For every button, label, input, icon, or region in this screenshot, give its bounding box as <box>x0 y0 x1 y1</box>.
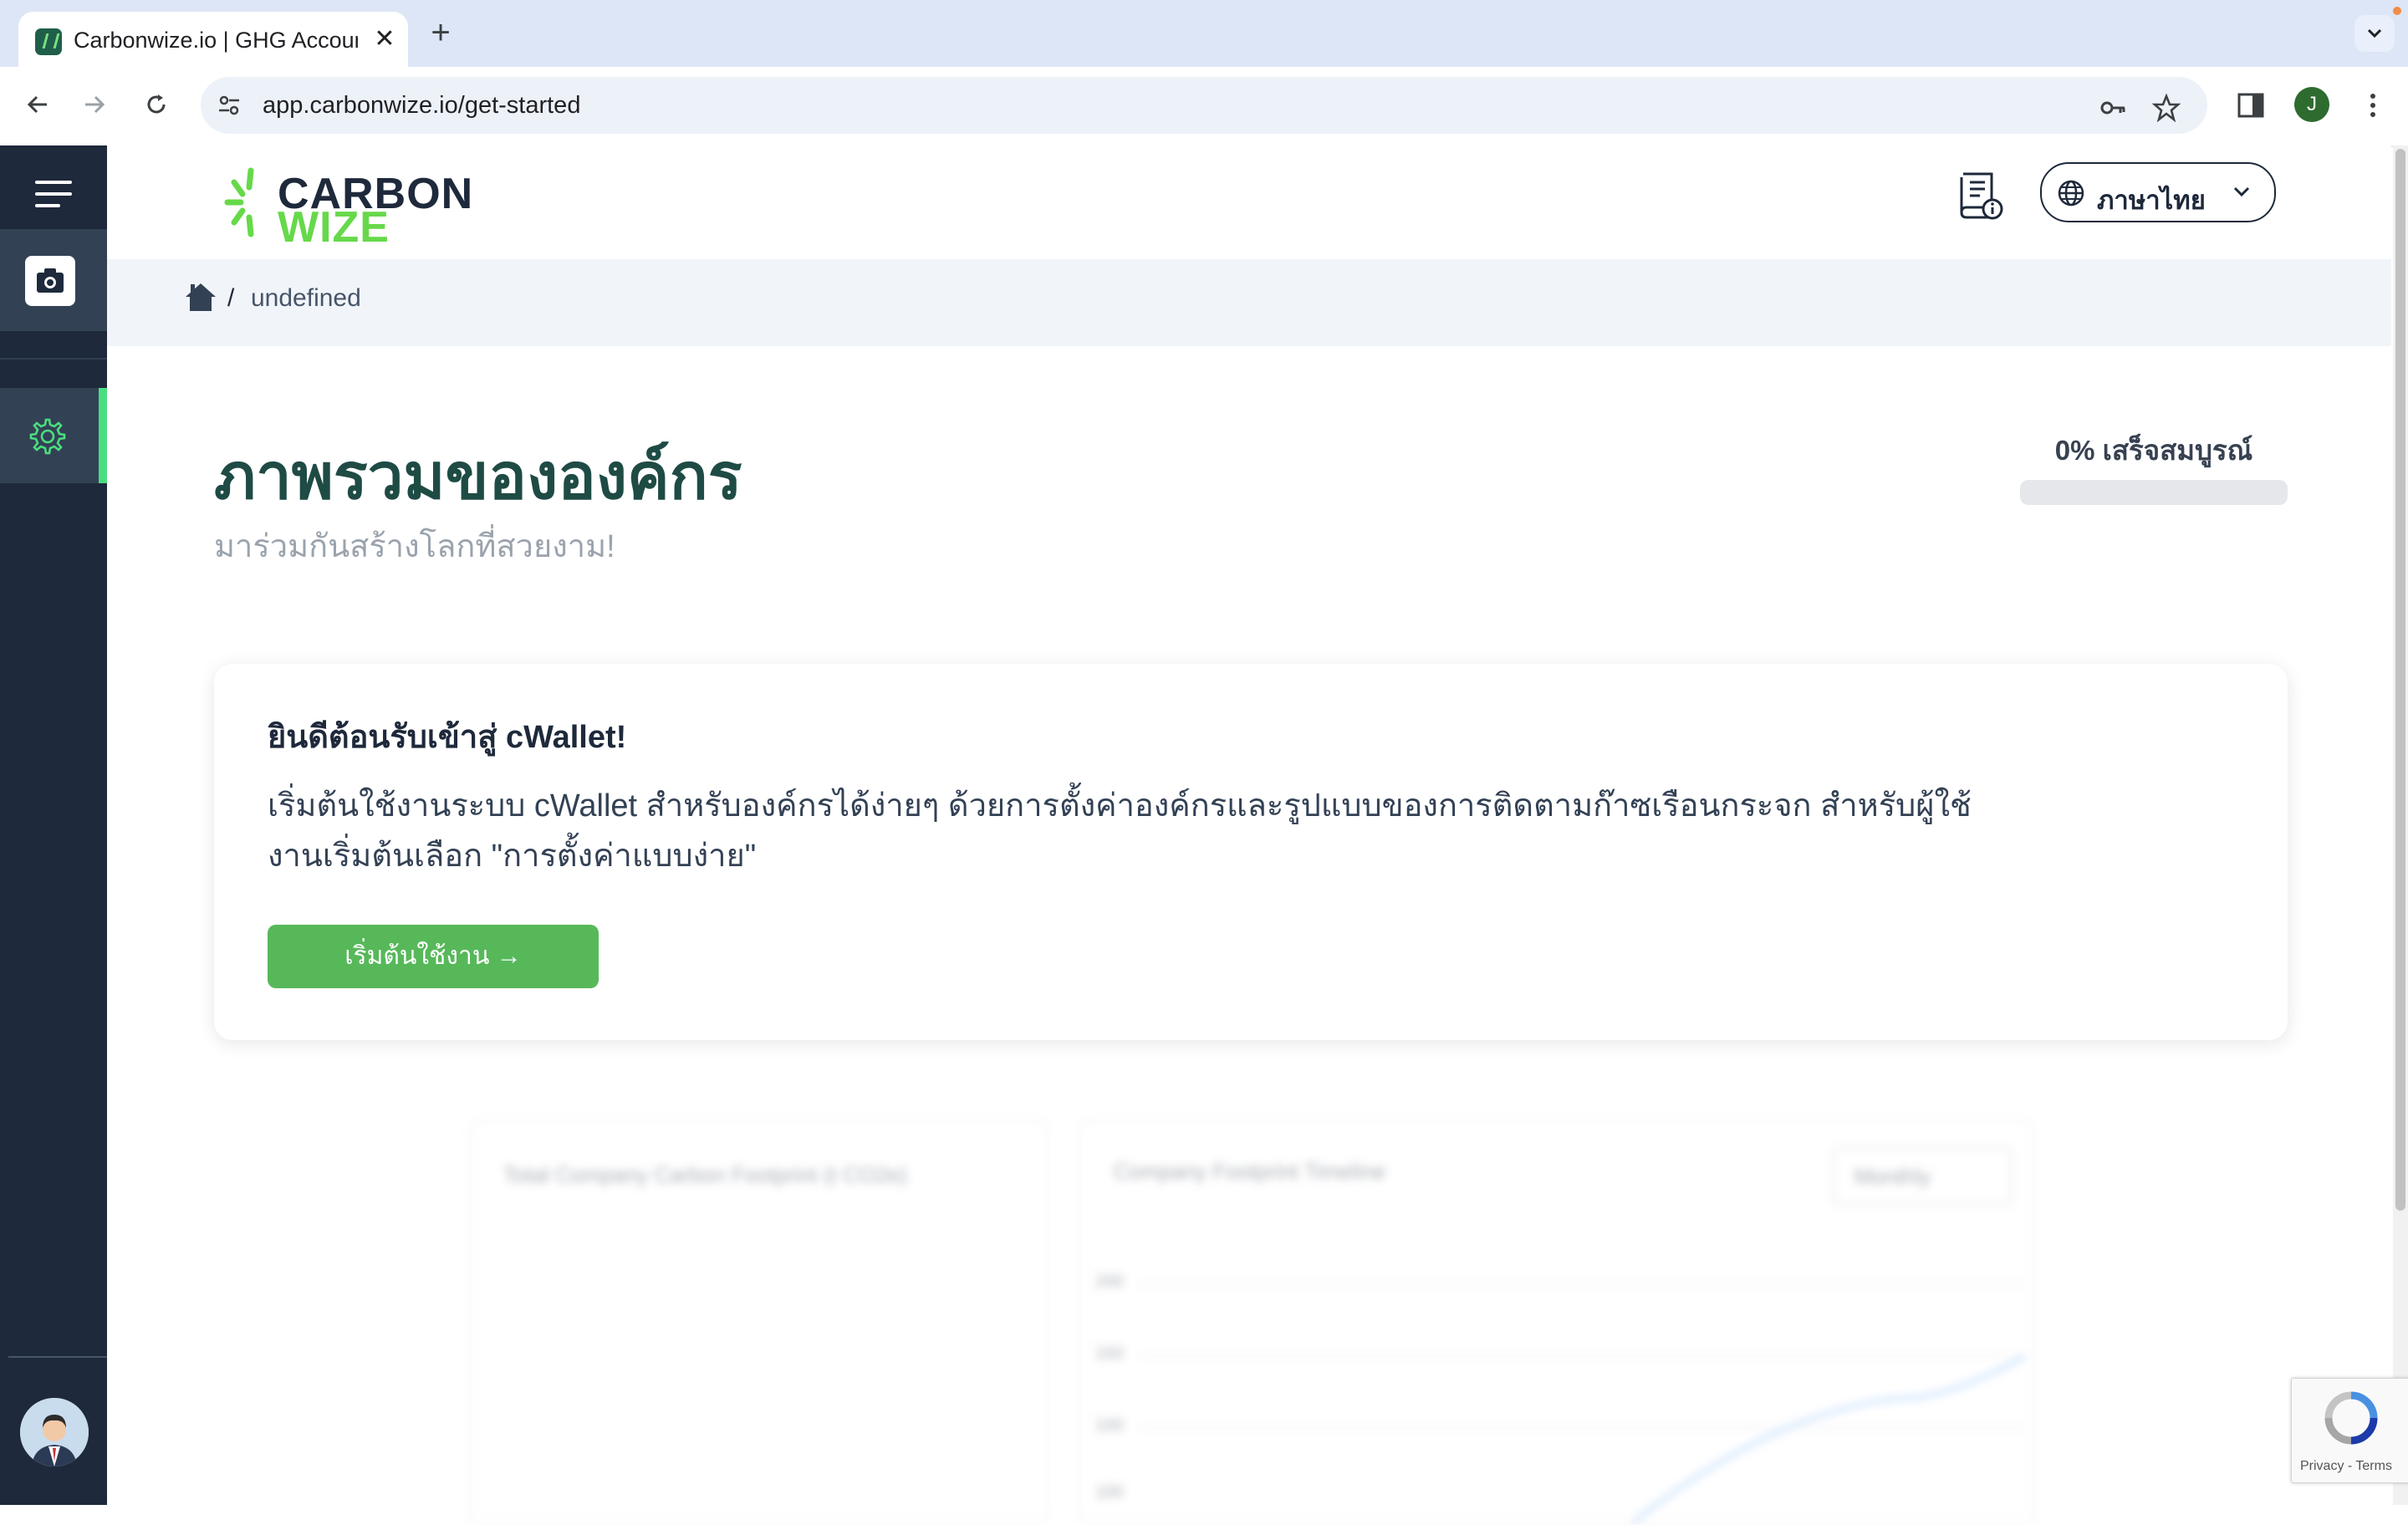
manual-book-info-icon <box>1960 172 2003 220</box>
site-settings-icon <box>219 95 239 115</box>
browser-tab-active[interactable]: Carbonwize.io | GHG Accoun ✕ <box>18 12 408 67</box>
gear-icon <box>29 418 66 455</box>
breadcrumb-separator: / <box>227 284 235 312</box>
logo-text-wize: WIZE <box>278 203 390 252</box>
browser-tab-strip: Carbonwize.io | GHG Accoun ✕ + <box>0 0 2408 67</box>
kebab-menu-icon <box>2370 94 2375 117</box>
new-tab-button[interactable]: + <box>423 15 458 50</box>
side-panel-icon <box>2237 93 2264 118</box>
get-started-button[interactable]: เริ่มต้นใช้งาน → <box>268 925 599 988</box>
password-key-icon[interactable] <box>2099 94 2127 122</box>
recaptcha-icon <box>2324 1391 2378 1445</box>
carbonwize-logo-mark-icon <box>224 167 254 237</box>
sidebar-item-settings[interactable] <box>0 388 107 483</box>
browser-toolbar: app.carbonwize.io/get-started J <box>0 67 2408 147</box>
sidebar-bottom-divider <box>8 1356 107 1358</box>
user-avatar[interactable] <box>20 1398 89 1466</box>
welcome-card-body: เริ่มต้นใช้งานระบบ cWallet สำหรับองค์กรไ… <box>268 788 1972 874</box>
app-header: CARBON WIZE ภาษาไทย <box>107 145 2391 259</box>
url-text: app.carbonwize.io/get-started <box>263 92 581 119</box>
welcome-card-title: ยินดีต้อนรับเข้าสู่ cWallet! <box>268 720 627 755</box>
chevron-down-icon <box>2233 186 2250 197</box>
camera-icon <box>25 256 75 306</box>
sidebar-item-snapshot[interactable] <box>0 229 107 331</box>
active-indicator <box>99 388 107 483</box>
app-sidebar <box>0 145 107 1505</box>
recaptcha-footer[interactable]: Privacy - Terms <box>2300 1459 2392 1474</box>
recaptcha-badge[interactable]: Privacy - Terms <box>2291 1378 2408 1483</box>
blurred-card-title: Total Company Carbon Footprint (t CO2e) <box>503 1162 907 1187</box>
chevron-down-icon <box>2367 28 2382 38</box>
progress-bar <box>2020 480 2288 505</box>
page-subtitle: มาร่วมกันสร้างโลกที่สวยงาม! <box>214 529 615 564</box>
address-bar[interactable]: app.carbonwize.io/get-started <box>201 77 2207 134</box>
profile-avatar-button[interactable]: J <box>2294 87 2329 122</box>
user-avatar-icon <box>20 1398 89 1466</box>
forward-button[interactable] <box>75 85 114 124</box>
blurred-line-series <box>1630 1354 2026 1523</box>
reload-icon <box>147 94 166 114</box>
home-icon[interactable] <box>184 281 217 313</box>
tab-title: Carbonwize.io | GHG Accoun <box>74 28 358 53</box>
tab-close-icon[interactable]: ✕ <box>368 23 401 56</box>
hamburger-menu-icon[interactable] <box>35 181 72 207</box>
reload-button[interactable] <box>137 85 176 124</box>
tab-search-button[interactable] <box>2354 15 2395 52</box>
browser-menu-button[interactable] <box>2356 89 2390 122</box>
globe-icon <box>2058 180 2084 207</box>
bookmark-star-icon[interactable] <box>2152 94 2181 122</box>
welcome-card: ยินดีต้อนรับเข้าสู่ cWallet! เริ่มต้นใช้… <box>214 664 2288 1040</box>
back-button[interactable] <box>18 85 57 124</box>
notification-dot <box>2393 7 2401 15</box>
side-panel-button[interactable] <box>2234 89 2268 122</box>
progress-label: 0% เสร็จสมบูรณ์ <box>2054 435 2253 466</box>
user-manual-button[interactable] <box>1955 169 2005 222</box>
breadcrumb-current: undefined <box>251 284 361 312</box>
forward-arrow-icon <box>85 95 105 114</box>
page-scrollbar[interactable] <box>2393 145 2408 1505</box>
blurred-total-footprint-card: Total Company Carbon Footprint (t CO2e) <box>468 1120 1048 1525</box>
carbonwize-logo[interactable]: CARBON WIZE <box>224 164 475 252</box>
back-arrow-icon <box>27 95 47 114</box>
carbonwize-favicon-icon <box>35 28 62 55</box>
blurred-timeline-card: Company Footprint Timeline Monthly 200 1… <box>1079 1120 2035 1525</box>
blurred-dashboard-preview: Total Company Carbon Footprint (t CO2e) … <box>468 1120 2035 1525</box>
page-title: ภาพรวมขององค์กร <box>214 441 742 513</box>
sidebar-divider <box>0 358 107 360</box>
language-select[interactable]: ภาษาไทย <box>2040 162 2276 222</box>
scrollbar-thumb[interactable] <box>2395 149 2405 1211</box>
language-label: ภาษาไทย <box>2097 186 2206 215</box>
breadcrumb: / undefined <box>107 259 2391 346</box>
